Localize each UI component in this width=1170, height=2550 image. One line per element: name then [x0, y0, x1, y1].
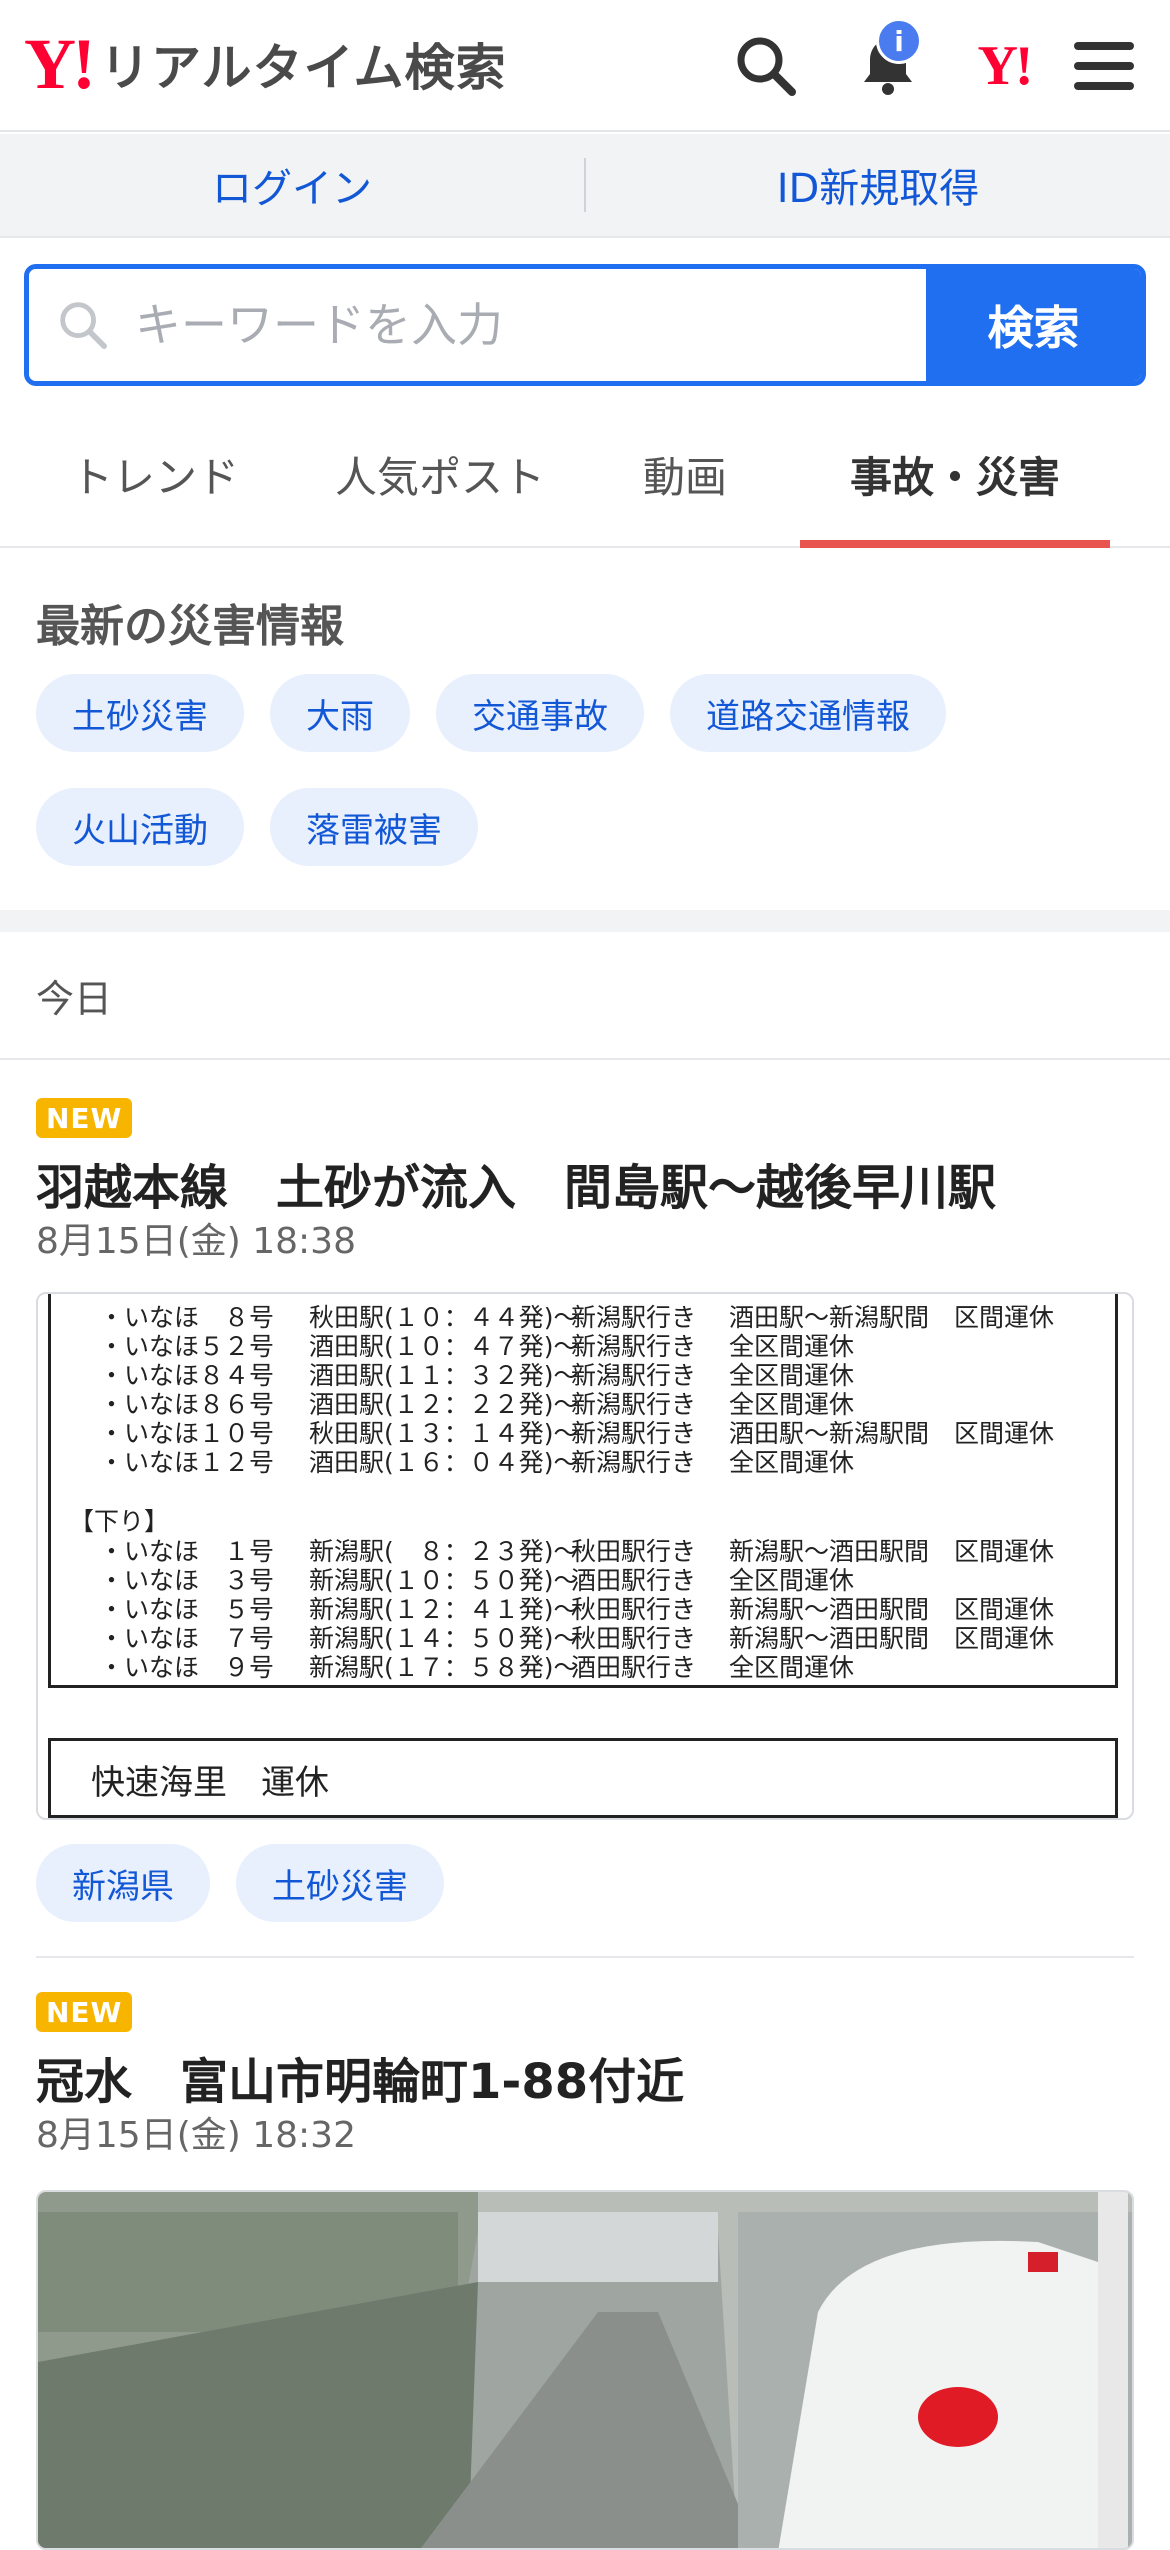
disaster-chip-list: 土砂災害 大雨 交通事故 道路交通情報 火山活動 落雷被害: [36, 674, 1136, 866]
chip-traffic-accident[interactable]: 交通事故: [436, 674, 644, 752]
post-title[interactable]: 羽越本線 土砂が流入 間島駅～越後早川駅: [36, 1148, 996, 1218]
tab-videos[interactable]: 動画: [570, 402, 800, 546]
login-link[interactable]: ログイン: [0, 156, 584, 214]
yahoo-small-mark: Y!: [977, 35, 1033, 97]
tab-popular-posts[interactable]: 人気ポスト: [310, 402, 570, 546]
flood-street-photo: [38, 2192, 1132, 2548]
post-tag-list: 新潟県 土砂災害: [36, 1844, 1136, 1922]
auth-bar: ログイン ID新規取得: [0, 134, 1170, 238]
rapid-service-text: 快速海里 運休: [91, 1763, 329, 1803]
chip-lightning-damage[interactable]: 落雷被害: [270, 788, 478, 866]
yahoo-realtime-logo[interactable]: Y! リアルタイム検索: [24, 26, 506, 102]
search-field-icon: [60, 302, 107, 349]
disaster-info-title: 最新の災害情報: [36, 601, 344, 652]
new-badge: NEW: [36, 1098, 133, 1138]
tab-trend[interactable]: トレンド: [0, 402, 310, 546]
date-label: 今日: [36, 977, 113, 1021]
post-image[interactable]: [36, 2190, 1134, 2550]
chip-heavy-rain[interactable]: 大雨: [270, 674, 410, 752]
notification-badge: i: [876, 18, 922, 64]
yahoo-logo-mark: Y!: [24, 24, 96, 104]
tab-accidents-disasters[interactable]: 事故・災害: [800, 402, 1110, 548]
tag-landslide[interactable]: 土砂災害: [236, 1844, 444, 1922]
chip-road-traffic[interactable]: 道路交通情報: [670, 674, 946, 752]
disaster-info-section: 最新の災害情報 土砂災害 大雨 交通事故 道路交通情報 火山活動 落雷被害: [0, 550, 1170, 910]
signup-link[interactable]: ID新規取得: [586, 156, 1170, 214]
search-input[interactable]: [135, 298, 835, 352]
hamburger-menu-icon[interactable]: [1068, 30, 1140, 102]
section-divider: [0, 910, 1170, 932]
chip-landslide[interactable]: 土砂災害: [36, 674, 244, 752]
chip-volcanic-activity[interactable]: 火山活動: [36, 788, 244, 866]
yahoo-top-link-icon[interactable]: Y!: [968, 30, 1040, 102]
new-badge: NEW: [36, 1992, 133, 2032]
tag-niigata[interactable]: 新潟県: [36, 1844, 210, 1922]
search-icon[interactable]: [730, 30, 802, 102]
app-header: Y! リアルタイム検索 i Y!: [0, 0, 1170, 132]
post-time: 8月15日(金) 18:38: [36, 1221, 356, 1262]
post-image[interactable]: ・いなほ ８号 秋田駅(１０：４４発)～ 新潟駅行き 酒田駅～新潟駅間 区間運休 ・い…: [36, 1292, 1134, 1820]
notification-bell-icon[interactable]: i: [852, 18, 924, 102]
post-card[interactable]: NEW 冠水 富山市明輪町1-88付近 8月15日(金) 18:32: [0, 1958, 1170, 2550]
timetable-box: ・いなほ ８号 秋田駅(１０：４４発)～ 新潟駅行き 酒田駅～新潟駅間 区間運休 ・い…: [48, 1294, 1118, 1688]
search-button[interactable]: 検索: [926, 269, 1141, 381]
flood-photo-illustration: [38, 2192, 1132, 2548]
search-field-wrapper: [29, 269, 926, 381]
search-bar: 検索: [24, 264, 1146, 386]
category-tabs: トレンド 人気ポスト 動画 事故・災害: [0, 402, 1170, 548]
post-card[interactable]: NEW 羽越本線 土砂が流入 間島駅～越後早川駅 8月15日(金) 18:38 …: [0, 1060, 1170, 1950]
date-section-header: 今日: [0, 932, 1170, 1060]
post-time: 8月15日(金) 18:32: [36, 2115, 356, 2156]
timetable-box-rapid: 快速海里 運休: [48, 1738, 1118, 1818]
post-title[interactable]: 冠水 富山市明輪町1-88付近: [36, 2042, 684, 2112]
realtime-search-logo-text: リアルタイム検索: [99, 39, 507, 97]
